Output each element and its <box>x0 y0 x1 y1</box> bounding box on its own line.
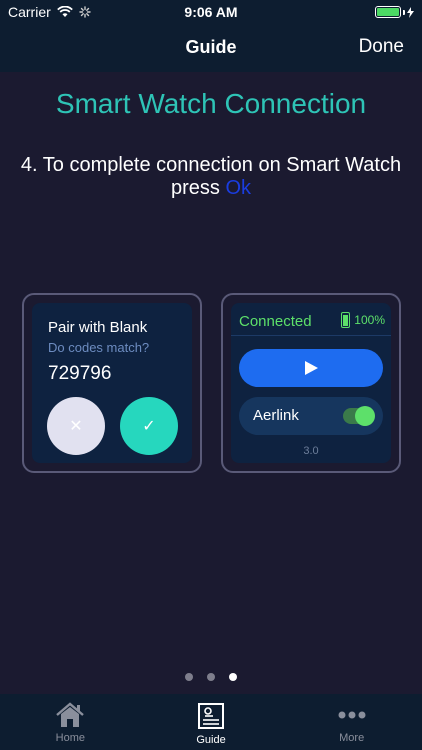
guide-instruction: 4. To complete connection on Smart Watch… <box>20 154 402 200</box>
watch-connected-illustration: Connected 100% Aerlink 3.0 <box>221 293 401 473</box>
watch-pairing-screen: Pair with Blank Do codes match? 729796 ✕… <box>32 303 192 463</box>
aerlink-row: Aerlink <box>239 397 383 435</box>
aerlink-label: Aerlink <box>253 407 299 424</box>
watch-battery-level: 100% <box>354 313 385 327</box>
watch-pairing-illustration: Pair with Blank Do codes match? 729796 ✕… <box>22 293 202 473</box>
play-button <box>239 349 383 387</box>
page-dot[interactable] <box>207 673 215 681</box>
top-bar: Carrier 9:06 AM Guide Done <box>0 0 422 72</box>
ok-highlight: Ok <box>225 177 252 199</box>
play-icon <box>305 361 318 375</box>
done-button[interactable]: Done <box>359 36 404 58</box>
battery-icon <box>375 6 414 18</box>
tab-home[interactable]: Home <box>0 694 141 750</box>
tab-bar: Home Guide More <box>0 694 422 750</box>
pair-title: Pair with Blank <box>48 319 148 336</box>
status-bar: Carrier 9:06 AM <box>0 0 422 24</box>
pair-code: 729796 <box>48 363 112 384</box>
pair-subtitle: Do codes match? <box>48 340 150 355</box>
page-indicator[interactable] <box>0 673 422 681</box>
watch-battery: 100% <box>341 312 385 328</box>
version-label: 3.0 <box>303 445 319 457</box>
tab-home-label: Home <box>55 732 85 744</box>
instruction-text: 4. To complete connection on Smart Watch… <box>20 154 402 199</box>
close-icon: ✕ <box>69 418 83 435</box>
home-icon <box>56 702 85 727</box>
checkmark-icon: ✓ <box>142 418 156 435</box>
accept-button: ✓ <box>120 397 178 455</box>
page-dot[interactable] <box>185 673 193 681</box>
status-time: 9:06 AM <box>184 4 238 20</box>
more-icon <box>338 711 366 719</box>
tab-guide-label: Guide <box>196 734 226 746</box>
guide-headline: Smart Watch Connection <box>55 88 367 119</box>
tab-more-label: More <box>339 732 365 744</box>
decline-button: ✕ <box>47 397 105 455</box>
page-dot-active[interactable] <box>229 673 237 681</box>
tab-guide[interactable]: Guide <box>141 694 282 750</box>
divider <box>231 335 391 336</box>
battery-icon <box>341 312 351 328</box>
guide-icon <box>198 703 224 729</box>
connected-status: Connected <box>239 313 312 330</box>
watch-connected-screen: Connected 100% Aerlink 3.0 <box>231 303 391 463</box>
charging-bolt-icon <box>407 6 414 18</box>
aerlink-toggle <box>343 406 375 426</box>
tab-more[interactable]: More <box>281 694 422 750</box>
